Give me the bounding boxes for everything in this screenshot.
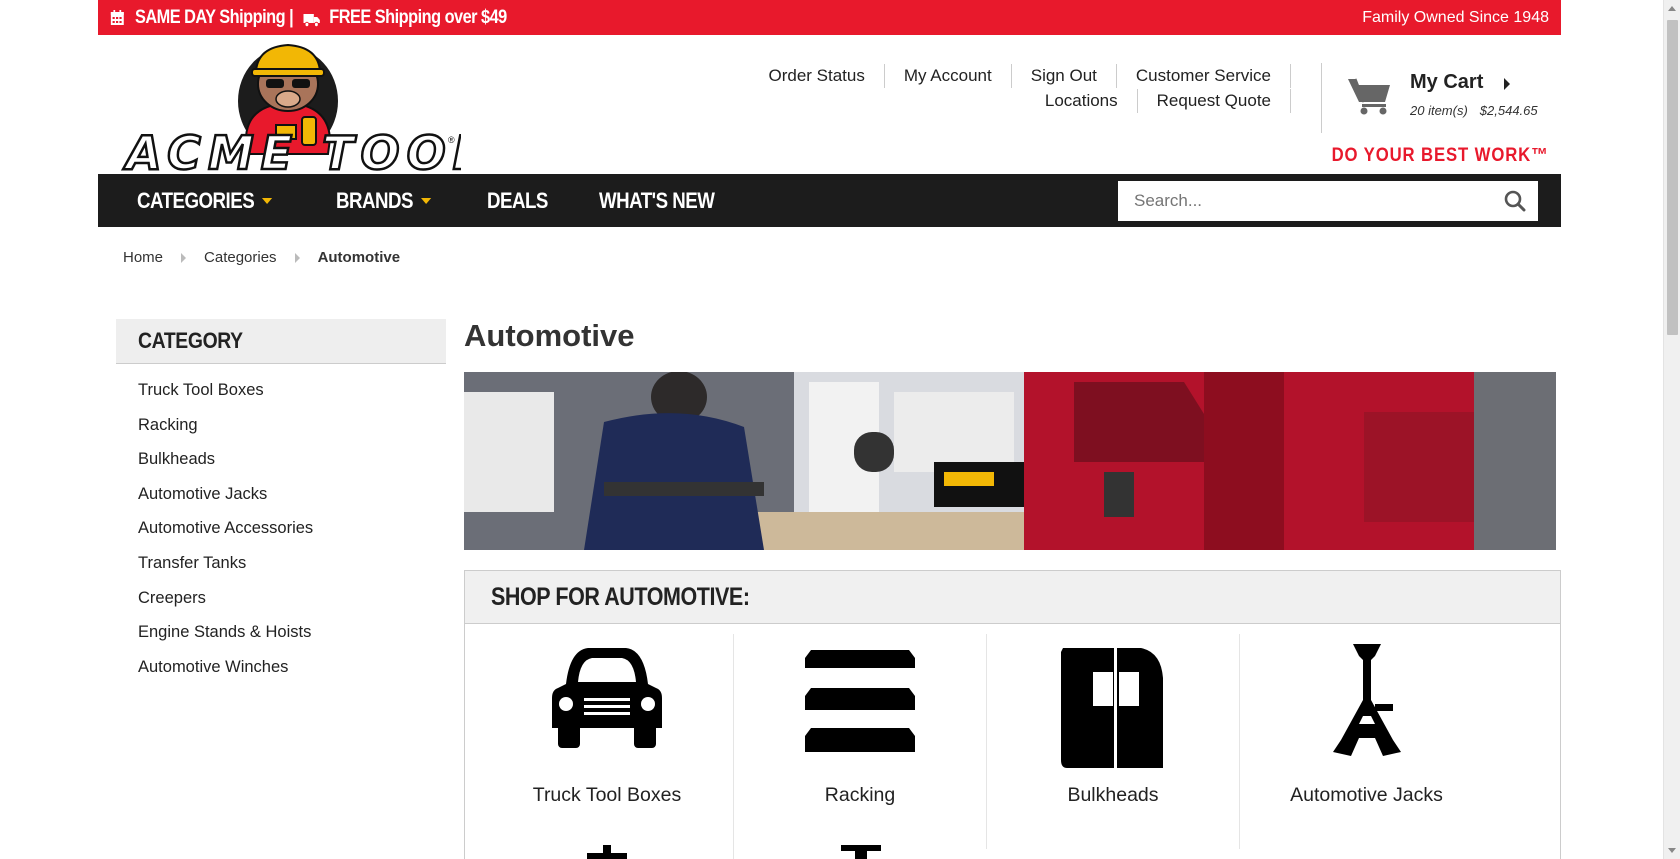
sidebar-item-engine-stands-hoists[interactable]: Engine Stands & Hoists bbox=[116, 615, 446, 650]
sign-out-link[interactable]: Sign Out bbox=[1012, 63, 1117, 88]
nav-deals-label: DEALS bbox=[487, 187, 549, 213]
locations-link[interactable]: Locations bbox=[1026, 88, 1138, 113]
sidebar-item-automotive-winches[interactable]: Automotive Winches bbox=[116, 650, 446, 685]
cart-item-count: 20 item(s) bbox=[1410, 103, 1468, 118]
acme-tools-logo[interactable]: ACME TOOLS ® bbox=[116, 39, 523, 181]
chevron-right-icon bbox=[181, 252, 187, 263]
scrollbar-thumb[interactable] bbox=[1667, 20, 1678, 335]
svg-text:®: ® bbox=[448, 135, 455, 145]
tile-partial[interactable] bbox=[734, 841, 987, 859]
sidebar-item-automotive-jacks[interactable]: Automotive Jacks bbox=[116, 477, 446, 512]
search-button[interactable] bbox=[1494, 181, 1536, 221]
account-links: Order Status My Account Sign Out Custome… bbox=[749, 63, 1291, 113]
category-sidebar: CATEGORY Truck Tool Boxes Racking Bulkhe… bbox=[116, 319, 446, 684]
cart-arrow-icon[interactable] bbox=[1504, 78, 1510, 90]
shop-for-section: SHOP FOR AUTOMOTIVE: Truck Tool Boxes Ra… bbox=[464, 570, 1561, 859]
scroll-up-arrow-icon[interactable] bbox=[1668, 6, 1676, 11]
chevron-down-icon bbox=[261, 197, 273, 204]
sidebar-item-transfer-tanks[interactable]: Transfer Tanks bbox=[116, 546, 446, 581]
nav-brands-label: BRANDS bbox=[335, 187, 413, 213]
site-header: ACME TOOLS ® Order Status My Account Sig… bbox=[98, 35, 1561, 181]
jack-stand-icon bbox=[1332, 644, 1401, 756]
breadcrumb-home[interactable]: Home bbox=[123, 249, 163, 266]
cart-icon bbox=[1346, 75, 1394, 115]
page-title: Automotive bbox=[464, 318, 635, 353]
transfer-tank-icon bbox=[840, 845, 881, 859]
scroll-down-arrow-icon[interactable] bbox=[1668, 848, 1676, 853]
tile-label: Automotive Jacks bbox=[1290, 784, 1443, 806]
nav-brands[interactable]: BRANDS bbox=[319, 188, 448, 214]
sidebar-item-truck-tool-boxes[interactable]: Truck Tool Boxes bbox=[116, 373, 446, 408]
request-quote-link[interactable]: Request Quote bbox=[1138, 88, 1291, 113]
search-box bbox=[1118, 181, 1538, 221]
nav-whats-new[interactable]: WHAT'S NEW bbox=[582, 188, 731, 214]
tile-automotive-jacks[interactable]: Automotive Jacks bbox=[1240, 634, 1493, 849]
sidebar-item-racking[interactable]: Racking bbox=[116, 408, 446, 443]
category-banner-image bbox=[464, 372, 1556, 550]
tagline: DO YOUR BEST WORK™ bbox=[1331, 145, 1549, 166]
tile-label: Racking bbox=[824, 784, 896, 806]
free-shipping-text: FREE Shipping over $49 bbox=[329, 6, 507, 28]
shop-heading: SHOP FOR AUTOMOTIVE: bbox=[465, 571, 1560, 624]
order-status-link[interactable]: Order Status bbox=[749, 63, 885, 88]
cart-total: $2,544.65 bbox=[1479, 103, 1538, 118]
sidebar-heading: CATEGORY bbox=[116, 319, 446, 364]
promo-banner: SAME DAY Shipping | FREE Shipping over $… bbox=[98, 0, 1561, 35]
cart-summary: 20 item(s) $2,544.65 bbox=[1410, 103, 1538, 118]
nav-deals[interactable]: DEALS bbox=[470, 188, 565, 214]
shipping-promo[interactable]: SAME DAY Shipping | FREE Shipping over $… bbox=[110, 7, 507, 29]
tile-bulkheads[interactable]: Bulkheads bbox=[987, 634, 1240, 849]
breadcrumb-current: Automotive bbox=[317, 249, 401, 266]
tile-label: Bulkheads bbox=[1067, 784, 1159, 806]
tile-racking[interactable]: Racking bbox=[734, 634, 987, 849]
same-day-shipping-text: SAME DAY Shipping | bbox=[134, 6, 294, 28]
sidebar-item-automotive-accessories[interactable]: Automotive Accessories bbox=[116, 511, 446, 546]
sidebar-item-bulkheads[interactable]: Bulkheads bbox=[116, 442, 446, 477]
search-input[interactable] bbox=[1118, 181, 1494, 221]
sidebar-item-creepers[interactable]: Creepers bbox=[116, 581, 446, 616]
truck-icon bbox=[303, 11, 320, 27]
accessories-icon bbox=[587, 845, 627, 859]
search-icon bbox=[1504, 190, 1526, 212]
chevron-right-icon bbox=[294, 252, 300, 263]
bulkhead-icon bbox=[1061, 648, 1163, 768]
logo-wordmark: ACME TOOLS bbox=[123, 126, 461, 173]
main-nav: CATEGORIES BRANDS DEALS WHAT'S NEW bbox=[98, 174, 1561, 227]
tile-partial[interactable] bbox=[481, 841, 734, 859]
nav-categories-label: CATEGORIES bbox=[137, 187, 255, 213]
breadcrumb: Home Categories Automotive bbox=[123, 249, 400, 266]
racking-icon bbox=[805, 650, 915, 752]
cart-title[interactable]: My Cart bbox=[1410, 71, 1483, 94]
nav-whats-new-label: WHAT'S NEW bbox=[598, 187, 715, 213]
breadcrumb-categories[interactable]: Categories bbox=[204, 249, 277, 266]
mini-cart[interactable]: My Cart 20 item(s) $2,544.65 bbox=[1321, 63, 1561, 133]
family-owned-text: Family Owned Since 1948 bbox=[1362, 8, 1549, 26]
truck-icon bbox=[552, 648, 662, 748]
chevron-down-icon bbox=[420, 197, 431, 204]
nav-categories[interactable]: CATEGORIES bbox=[120, 188, 289, 214]
tile-truck-tool-boxes[interactable]: Truck Tool Boxes bbox=[481, 634, 734, 849]
tile-label: Truck Tool Boxes bbox=[532, 784, 682, 806]
my-account-link[interactable]: My Account bbox=[885, 63, 1012, 88]
calendar-icon bbox=[110, 9, 125, 26]
page-scrollbar[interactable] bbox=[1663, 0, 1680, 859]
customer-service-link[interactable]: Customer Service bbox=[1117, 63, 1291, 88]
